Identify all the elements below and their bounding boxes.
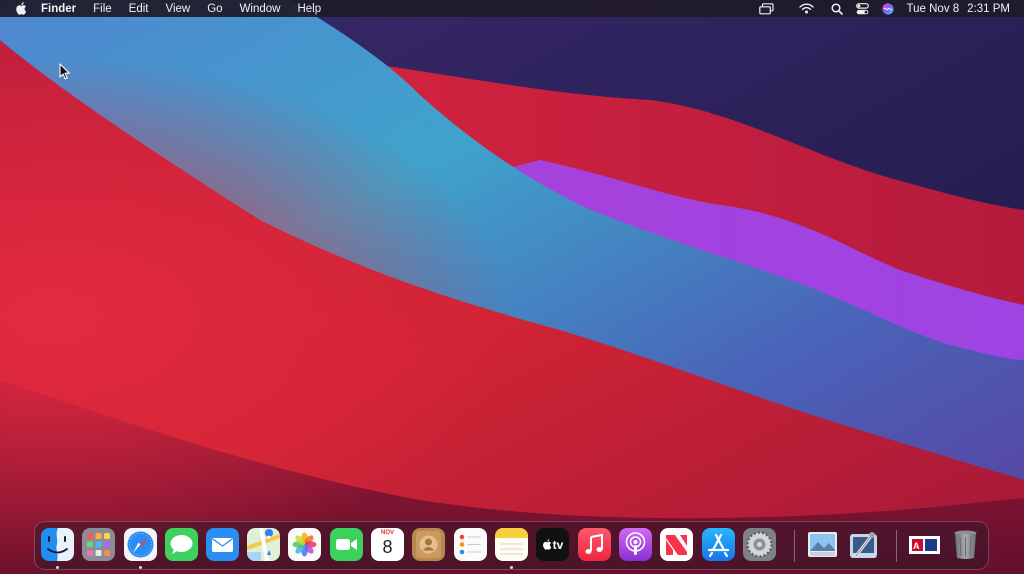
launchpad-icon[interactable] [82,528,115,561]
news-icon[interactable] [660,528,693,561]
calendar-icon[interactable]: NOV 8 [371,528,404,561]
app-store-icon[interactable] [702,528,735,561]
safari-icon[interactable] [124,528,157,561]
reminders-icon[interactable] [454,528,487,561]
apple-tv-label: tv [552,537,564,552]
music-icon[interactable] [578,528,611,561]
utility-icon[interactable] [847,528,880,561]
downloads-stack-icon[interactable]: A [908,528,941,561]
podcasts-icon[interactable] [619,528,652,561]
siri-icon[interactable] [881,0,894,17]
desktop-wallpaper [0,0,1024,574]
apple-tv-icon[interactable]: tv [536,528,569,561]
mouse-pointer-icon [59,63,71,80]
menu-edit[interactable]: Edit [129,3,149,15]
menu-file[interactable]: File [93,3,112,15]
svg-text:A: A [913,541,920,551]
menu-view[interactable]: View [166,3,191,15]
finder-icon[interactable] [41,528,74,561]
trash-icon[interactable] [949,528,982,561]
dock: NOV 8 tv A [34,521,989,570]
control-center-icon[interactable] [855,0,869,17]
contacts-icon[interactable] [412,528,445,561]
spotlight-search-icon[interactable] [830,0,843,17]
calendar-day: 8 [382,537,393,557]
facetime-icon[interactable] [330,528,363,561]
menu-finder[interactable]: Finder [41,3,76,15]
running-indicator [510,566,513,569]
clock-date: Tue Nov 8 [906,2,960,15]
system-preferences-icon[interactable] [743,528,776,561]
preview-icon[interactable] [806,528,839,561]
apple-logo-icon[interactable] [15,2,27,15]
messages-icon[interactable] [165,528,198,561]
calendar-month: NOV [380,530,394,536]
menu-window[interactable]: Window [240,3,281,15]
running-indicator [56,566,59,569]
clock-time: 2:31 PM [967,2,1010,15]
photos-icon[interactable] [288,528,321,561]
menu-clock[interactable]: Tue Nov 8 2:31 PM [907,3,1010,15]
menu-go[interactable]: Go [207,3,222,15]
menu-bar: Finder File Edit View Go Window Help Tue… [0,0,1024,17]
dock-divider [896,530,897,562]
notes-icon[interactable] [495,528,528,561]
menu-help[interactable]: Help [297,3,321,15]
screen-mirroring-icon[interactable] [758,0,774,17]
wifi-icon[interactable] [798,0,814,17]
maps-icon[interactable] [247,528,280,561]
dock-divider [794,530,795,562]
mail-icon[interactable] [206,528,239,561]
running-indicator [139,566,142,569]
